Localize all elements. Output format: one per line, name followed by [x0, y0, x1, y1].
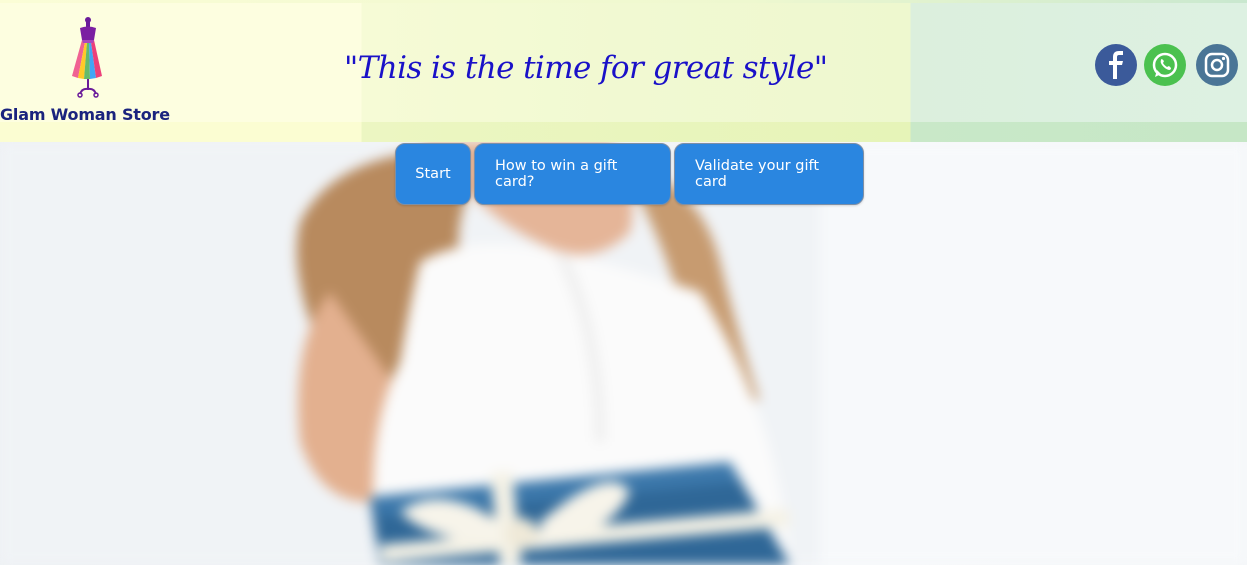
store-name: Glam Woman Store	[0, 105, 170, 124]
nav-how-to-win-button[interactable]: How to win a gift card?	[474, 143, 671, 205]
page: Glam Woman Store "This is the time for g…	[0, 0, 1253, 565]
nav-validate-gift-card-button[interactable]: Validate your gift card	[674, 143, 864, 205]
hero-banner	[0, 142, 1247, 565]
header-topline	[0, 0, 1247, 3]
hero-image	[0, 142, 1247, 565]
instagram-link[interactable]	[1196, 44, 1238, 86]
main-nav: Start How to win a gift card? Validate y…	[395, 143, 864, 205]
nav-start-button[interactable]: Start	[395, 143, 471, 205]
instagram-icon	[1204, 52, 1230, 78]
whatsapp-link[interactable]	[1144, 44, 1186, 86]
site-header: Glam Woman Store "This is the time for g…	[0, 0, 1247, 142]
facebook-link[interactable]	[1095, 44, 1137, 86]
dress-mannequin-logo-icon	[72, 17, 102, 98]
store-logo[interactable]: Glam Woman Store	[0, 12, 180, 127]
header-band	[0, 122, 1247, 142]
slogan: "This is the time for great style"	[344, 50, 828, 86]
whatsapp-icon	[1152, 52, 1178, 78]
facebook-icon	[1109, 51, 1123, 79]
